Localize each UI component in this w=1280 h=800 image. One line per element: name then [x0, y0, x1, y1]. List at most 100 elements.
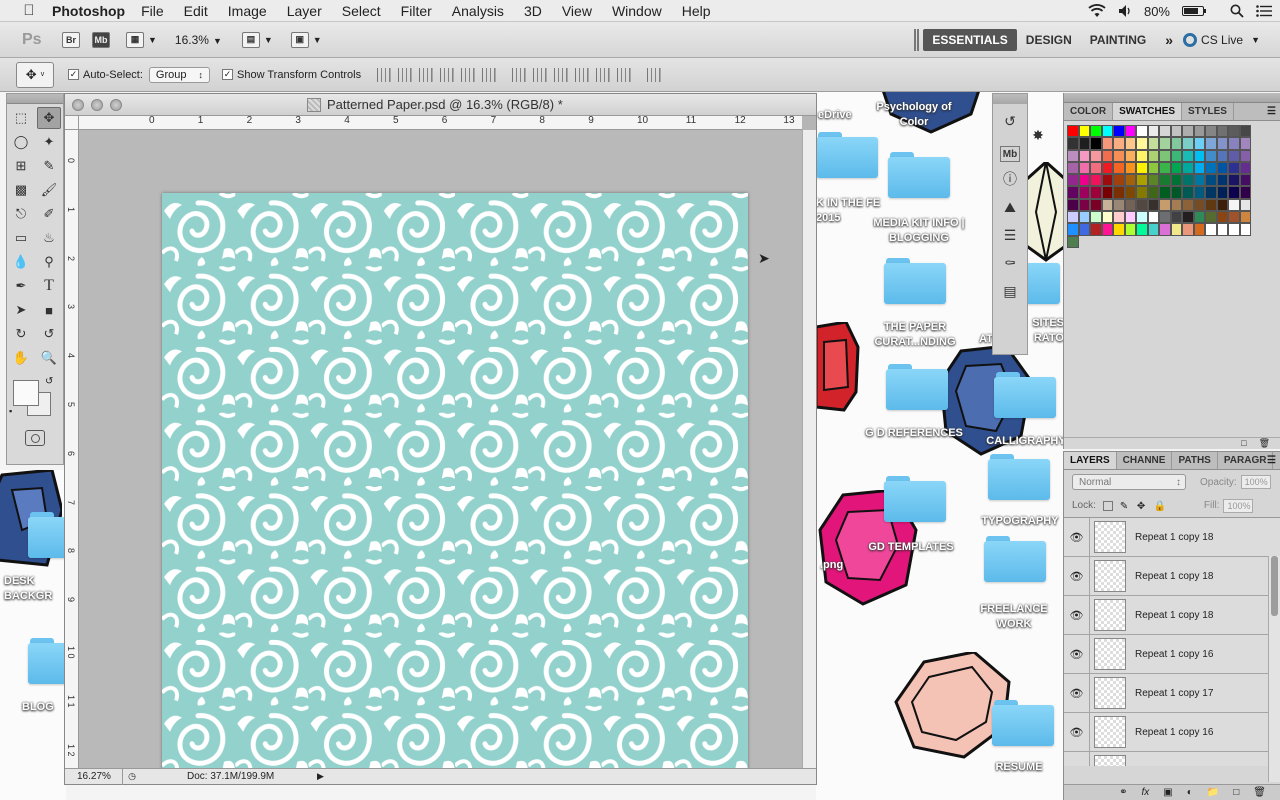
tab-layers[interactable]: LAYERS — [1064, 452, 1117, 469]
color-swatch[interactable] — [1159, 137, 1171, 150]
color-swatch[interactable] — [1216, 198, 1228, 212]
tab-swatches[interactable]: SWATCHES — [1113, 103, 1183, 120]
color-swatch[interactable] — [1239, 125, 1251, 138]
blend-mode-select[interactable]: Normal ↕ — [1072, 474, 1186, 490]
layer-row[interactable]: 👁 Repeat 1 copy 16 — [1064, 712, 1280, 752]
color-swatch[interactable] — [1193, 137, 1205, 150]
tab-channels[interactable]: CHANNE — [1117, 452, 1173, 469]
visibility-eye-icon[interactable]: 👁 — [1064, 518, 1090, 557]
adjustment-layer-icon[interactable]: ◐ — [1187, 787, 1193, 798]
hand-tool-icon[interactable]: ✋ — [9, 347, 33, 369]
layer-row[interactable]: 👁 Repeat 1 copy 18 — [1064, 518, 1280, 557]
color-swatch[interactable] — [1170, 174, 1182, 187]
default-colors-icon[interactable]: ▪ — [9, 406, 12, 416]
color-swatch[interactable] — [1136, 149, 1148, 162]
align-top-icon[interactable] — [377, 67, 392, 82]
color-swatch[interactable] — [1078, 211, 1090, 224]
color-swatch[interactable] — [1136, 211, 1148, 224]
lock-all-icon[interactable]: 🔒 — [1154, 501, 1166, 512]
color-swatch[interactable] — [1170, 125, 1182, 138]
status-preview-icon[interactable]: ◷ — [125, 771, 139, 782]
color-swatch[interactable] — [1124, 161, 1136, 175]
color-swatch[interactable] — [1216, 137, 1228, 150]
folder-icon[interactable] — [888, 152, 950, 198]
color-swatch[interactable] — [1067, 198, 1079, 212]
color-swatch[interactable] — [1136, 223, 1148, 236]
lock-position-icon[interactable]: ✥ — [1137, 501, 1147, 512]
color-swatch[interactable] — [1228, 211, 1240, 224]
color-swatch[interactable] — [1159, 198, 1171, 212]
color-swatch[interactable] — [1239, 149, 1251, 162]
color-swatch[interactable] — [1147, 198, 1159, 212]
spot-healing-tool-icon[interactable]: ▩ — [9, 179, 33, 201]
navigator-panel-icon[interactable]: ⛰ — [998, 196, 1022, 218]
volume-icon[interactable] — [1118, 4, 1132, 18]
distribute-right-icon[interactable] — [617, 67, 632, 82]
delete-swatch-icon[interactable]: 🗑 — [1259, 438, 1270, 449]
color-swatch[interactable] — [1124, 174, 1136, 187]
tab-paths[interactable]: PATHS — [1172, 452, 1218, 469]
panel-menu-icon[interactable]: ☰ — [1267, 455, 1276, 466]
color-swatch[interactable] — [1193, 223, 1205, 236]
align-left-icon[interactable] — [440, 67, 455, 82]
visibility-eye-icon[interactable]: 👁 — [1064, 556, 1090, 596]
color-swatch[interactable] — [1147, 137, 1159, 150]
vertical-ruler[interactable]: 0 1 2 3 4 5 6 7 8 9 1 0 1 1 1 2 — [65, 130, 79, 770]
color-swatch[interactable] — [1101, 198, 1113, 212]
brush-tool-icon[interactable]: 🖌 — [37, 179, 61, 201]
color-swatch[interactable] — [1067, 223, 1079, 236]
color-swatch[interactable] — [1159, 161, 1171, 175]
color-swatch[interactable] — [1228, 186, 1240, 199]
color-swatch[interactable] — [1182, 186, 1194, 199]
zoom-level-select[interactable]: 16.3% ▼ — [175, 33, 222, 47]
color-swatch[interactable] — [1147, 211, 1159, 224]
distribute-left-icon[interactable] — [575, 67, 590, 82]
color-swatch[interactable] — [1067, 149, 1079, 162]
color-swatch[interactable] — [1090, 137, 1102, 150]
distribute-bottom-icon[interactable] — [554, 67, 569, 82]
magic-wand-tool-icon[interactable]: ✦ — [37, 131, 61, 153]
color-swatch[interactable] — [1147, 174, 1159, 187]
canvas-area[interactable] — [79, 130, 802, 779]
color-swatch[interactable] — [1228, 137, 1240, 150]
color-swatch[interactable] — [1182, 125, 1194, 138]
color-swatch[interactable] — [1078, 223, 1090, 236]
distribute-hcenter-icon[interactable] — [596, 67, 611, 82]
color-swatch[interactable] — [1101, 125, 1113, 138]
folder-icon[interactable] — [816, 132, 878, 178]
color-swatch[interactable] — [1182, 223, 1194, 236]
show-transform-option[interactable]: ✓ Show Transform Controls — [222, 69, 361, 81]
color-swatch[interactable] — [1239, 174, 1251, 187]
rectangle-tool-icon[interactable]: ■ — [37, 299, 61, 321]
color-swatch[interactable] — [1078, 161, 1090, 175]
color-swatch[interactable] — [1193, 149, 1205, 162]
delete-layer-icon[interactable]: 🗑 — [1253, 787, 1266, 798]
image-canvas[interactable] — [162, 193, 748, 779]
color-swatch[interactable] — [1090, 149, 1102, 162]
layer-mask-icon[interactable]: ▣ — [1163, 787, 1172, 798]
lock-transparent-icon[interactable] — [1102, 500, 1113, 511]
tool-preset-picker[interactable]: ✥ v — [16, 61, 54, 88]
color-swatch[interactable] — [1067, 174, 1079, 187]
color-swatch[interactable] — [1182, 161, 1194, 175]
color-swatch[interactable] — [1159, 125, 1171, 138]
color-swatch[interactable] — [1216, 211, 1228, 224]
color-swatch[interactable] — [1182, 211, 1194, 224]
color-swatch[interactable] — [1239, 186, 1251, 199]
lasso-tool-icon[interactable]: ◯ — [9, 131, 33, 153]
minimize-window-button[interactable] — [91, 98, 103, 111]
color-swatch[interactable] — [1101, 137, 1113, 150]
color-swatch[interactable] — [1205, 211, 1217, 224]
color-swatch[interactable] — [1170, 149, 1182, 162]
panel-grip[interactable] — [1064, 93, 1280, 103]
color-swatch[interactable] — [1113, 149, 1125, 162]
color-swatch[interactable] — [1170, 211, 1182, 224]
color-swatch[interactable] — [1101, 174, 1113, 187]
chevron-down-icon[interactable]: ▼ — [148, 35, 157, 45]
color-swatch[interactable] — [1193, 186, 1205, 199]
color-swatch[interactable] — [1170, 161, 1182, 175]
menu-layer[interactable]: Layer — [277, 3, 332, 19]
folder-icon[interactable] — [28, 512, 66, 558]
color-swatch[interactable] — [1113, 223, 1125, 236]
clone-stamp-tool-icon[interactable]: ⎋ — [9, 203, 33, 225]
